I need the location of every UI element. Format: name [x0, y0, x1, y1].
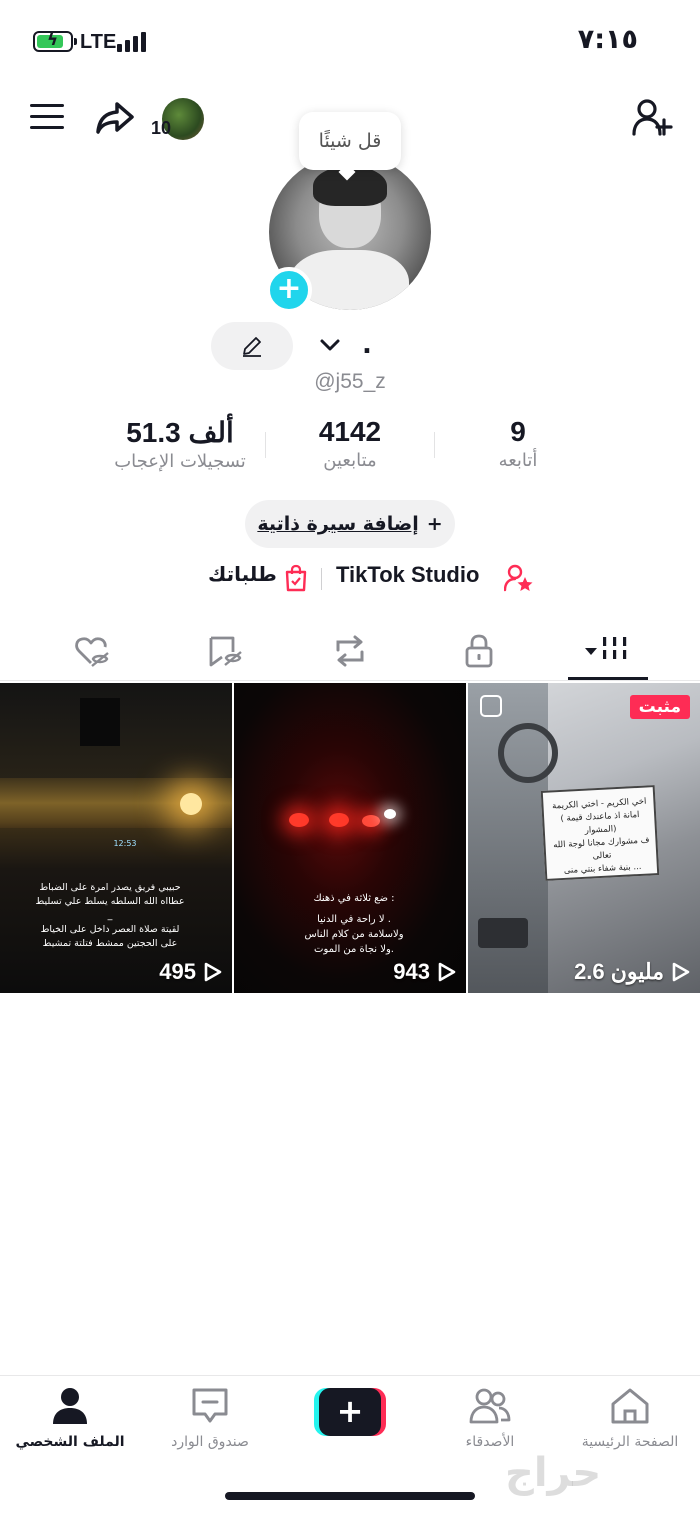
followers-stat[interactable]: 4142 متابعين [260, 416, 440, 471]
nav-profile-label: الملف الشخصي [15, 1434, 125, 1450]
nav-home-label: الصفحة الرئيسية [581, 1434, 679, 1450]
say-something-bubble[interactable]: قل شيئًا [299, 112, 401, 170]
video-caption: ضع ثلاثة في ذهنك : لا راحة في الدنيا . و… [284, 891, 424, 957]
links-divider [321, 568, 322, 590]
caption-line: عطااه الله السلطه يسلط علي تسليط [35, 896, 185, 907]
caption-line: لقيتة صلاة العصر داخل على الخياط [40, 924, 180, 935]
caption-line: على الحجتين ممشط فتلتة تمشيط [42, 938, 178, 949]
status-bar: ϟ LTE ٧:١٥ [0, 0, 700, 80]
nav-friends[interactable]: الأصدقاء [420, 1386, 560, 1450]
tab-favorites[interactable] [204, 631, 244, 671]
profile-icon [53, 1388, 87, 1424]
caption-line: ضع ثلاثة في ذهنك : [313, 893, 395, 904]
home-icon [611, 1388, 649, 1424]
friends-icon [469, 1388, 511, 1424]
network-type: LTE [80, 31, 117, 53]
home-indicator[interactable] [225, 1492, 475, 1500]
nav-profile[interactable]: الملف الشخصي [0, 1386, 140, 1450]
display-name: . [362, 330, 372, 360]
dashboard-clock: 12:53 [113, 839, 137, 848]
grid-dropdown-icon [585, 637, 627, 659]
play-icon [204, 962, 222, 982]
orders-link[interactable]: طلباتك [208, 562, 277, 586]
signal-icon [117, 32, 146, 52]
video-thumbnail[interactable]: 12:53 حبيبي فريق يصدر امرة على الضباط عط… [0, 683, 232, 993]
heart-hidden-icon [75, 637, 109, 667]
pencil-icon [243, 337, 261, 357]
following-count: 9 [510, 416, 526, 447]
content-tabs [0, 615, 700, 681]
nav-home[interactable]: الصفحة الرئيسية [560, 1386, 700, 1450]
tab-private[interactable] [459, 631, 499, 671]
lock-icon [465, 634, 493, 668]
inbox-icon [192, 1388, 228, 1423]
view-count-value: 943 [393, 959, 430, 984]
caption-line: حبيبي فريق يصدر امرة على الضباط [39, 882, 181, 893]
play-icon [672, 962, 690, 982]
play-icon [438, 962, 456, 982]
following-stat[interactable]: 9 أتابعه [428, 416, 608, 471]
select-checkbox[interactable] [480, 695, 502, 717]
repost-icon [336, 635, 364, 667]
nav-inbox[interactable]: صندوق الوارد [140, 1386, 280, 1450]
nav-inbox-label: صندوق الوارد [171, 1434, 249, 1450]
shopping-bag-icon[interactable] [284, 564, 308, 592]
plus-icon: + [426, 513, 443, 535]
following-label: أتابعه [498, 450, 538, 471]
view-count-value: 495 [159, 959, 196, 984]
likes-count: 51.3 ألف [126, 417, 234, 448]
add-bio-button[interactable]: + إضافة سيرة ذاتية [245, 500, 455, 548]
caption-line: ولا نجاة من الموت. [314, 944, 394, 955]
view-count-value: 2.6 مليون [574, 959, 664, 984]
battery-icon: ϟ [33, 30, 77, 52]
story-count: 10 [151, 118, 172, 138]
video-caption: اخي الكريم - اختي الكريمة ( امانة اذ ماع… [544, 795, 658, 879]
tab-liked[interactable] [72, 631, 112, 671]
create-icon: + [319, 1388, 381, 1436]
caption-line: _ [107, 910, 113, 921]
caption-line: لا راحة في الدنيا . [317, 914, 391, 925]
username: @j55_z [314, 370, 386, 393]
profile-links: TikTok Studio طلباتك [0, 562, 700, 596]
view-count: 943 [393, 959, 456, 985]
tab-videos[interactable] [583, 631, 633, 671]
active-tab-indicator [568, 677, 648, 680]
video-caption: حبيبي فريق يصدر امرة على الضباط عطااه ال… [25, 881, 195, 951]
chevron-down-icon[interactable] [318, 333, 342, 357]
likes-stat[interactable]: 51.3 ألف تسجيلات الإعجاب [90, 416, 270, 472]
tab-reposts[interactable] [330, 631, 370, 671]
watermark-logo: حراج [505, 1450, 602, 1496]
view-count: 495 [159, 959, 222, 985]
video-thumbnail[interactable]: اخي الكريم - اختي الكريمة ( امانة اذ ماع… [468, 683, 700, 993]
pinned-badge: مثبت [629, 695, 690, 719]
share-icon[interactable] [95, 100, 135, 136]
studio-icon[interactable] [504, 564, 534, 592]
caption-line: ولاسلامة من كلام الناس [304, 929, 404, 940]
view-count: 2.6 مليون [574, 959, 690, 985]
bubble-text: قل شيئًا [318, 130, 382, 152]
video-grid: اخي الكريم - اختي الكريمة ( امانة اذ ماع… [0, 683, 700, 993]
status-time: ٧:١٥ [577, 24, 638, 55]
bookmark-hidden-icon [209, 636, 242, 667]
followers-label: متابعين [323, 450, 377, 471]
tiktok-studio-link[interactable]: TikTok Studio [336, 562, 479, 588]
edit-profile-button[interactable] [211, 322, 293, 370]
followers-count: 4142 [318, 416, 382, 447]
add-bio-label: إضافة سيرة ذاتية [257, 513, 419, 535]
nav-friends-label: الأصدقاء [465, 1434, 515, 1450]
add-story-plus-icon[interactable]: + [266, 267, 312, 313]
menu-icon[interactable] [30, 104, 64, 132]
video-thumbnail[interactable]: ضع ثلاثة في ذهنك : لا راحة في الدنيا . و… [234, 683, 466, 993]
likes-label: تسجيلات الإعجاب [114, 451, 246, 472]
create-button[interactable]: + [314, 1388, 386, 1436]
add-user-icon[interactable] [632, 98, 674, 138]
